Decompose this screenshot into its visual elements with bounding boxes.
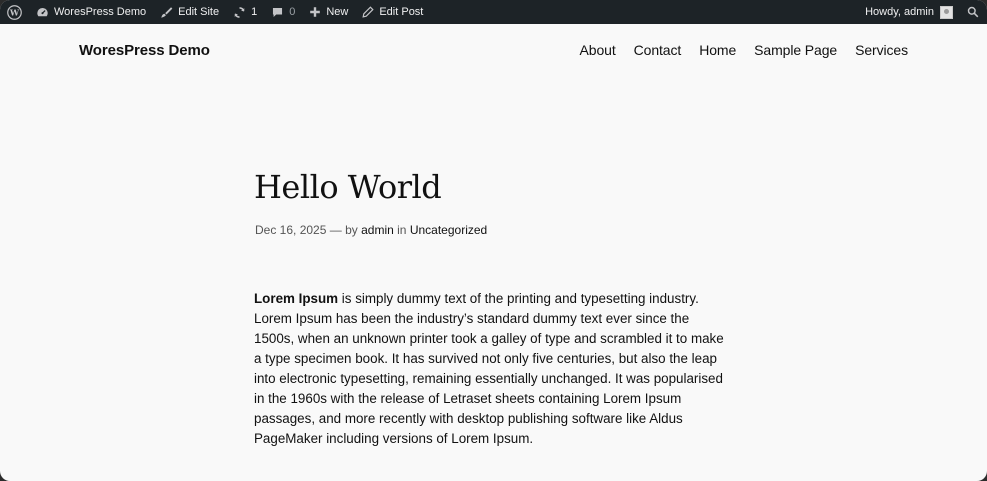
post-author-link[interactable]: admin	[361, 223, 394, 237]
edit-post-label: Edit Post	[379, 6, 424, 18]
edit-site-button[interactable]: Edit Site	[153, 0, 226, 24]
updates-count: 1	[251, 6, 258, 18]
site-header: WoresPress Demo About Contact Home Sampl…	[0, 24, 987, 78]
new-content-button[interactable]: New	[302, 0, 355, 24]
search-button[interactable]	[960, 0, 987, 24]
post-content-bold: Lorem Ipsum	[254, 291, 339, 306]
brush-icon	[161, 6, 173, 18]
my-account-menu[interactable]: Howdy, admin	[858, 0, 960, 24]
nav-item-contact[interactable]: Contact	[634, 42, 682, 58]
edit-site-label: Edit Site	[178, 6, 220, 18]
updates-icon	[234, 6, 245, 18]
meta-by: by	[345, 223, 358, 237]
browser-page: W WoresPress Demo Edit Site 1 0 New Edit…	[0, 0, 987, 481]
svg-text:W: W	[9, 7, 20, 17]
post-date: Dec 16, 2025	[255, 223, 327, 237]
nav-item-services[interactable]: Services	[855, 42, 908, 58]
pencil-icon	[362, 6, 374, 18]
site-title[interactable]: WoresPress Demo	[79, 42, 210, 59]
main-navigation: About Contact Home Sample Page Services	[580, 42, 909, 58]
post-title: Hello World	[254, 168, 442, 206]
admin-bar: W WoresPress Demo Edit Site 1 0 New Edit…	[0, 0, 987, 24]
nav-item-about[interactable]: About	[580, 42, 616, 58]
plus-icon	[310, 7, 321, 17]
admin-bar-site-name[interactable]: WoresPress Demo	[29, 0, 153, 24]
nav-item-sample-page[interactable]: Sample Page	[754, 42, 837, 58]
meta-in: in	[397, 223, 407, 237]
dashboard-icon	[37, 7, 48, 16]
search-icon	[967, 6, 979, 18]
comments-count: 0	[289, 6, 296, 18]
wordpress-logo-icon[interactable]: W	[0, 0, 29, 24]
post-content-text: is simply dummy text of the printing and…	[254, 291, 724, 446]
comments-button[interactable]: 0	[264, 0, 302, 24]
nav-item-home[interactable]: Home	[699, 42, 736, 58]
comment-icon	[273, 7, 283, 17]
edit-post-button[interactable]: Edit Post	[355, 0, 430, 24]
updates-button[interactable]: 1	[226, 0, 264, 24]
post-category-link[interactable]: Uncategorized	[410, 223, 487, 237]
post-content: Lorem Ipsum is simply dummy text of the …	[254, 289, 732, 449]
post-meta: Dec 16, 2025 — by admin in Uncategorized	[255, 223, 487, 237]
new-label: New	[326, 6, 349, 18]
meta-dash: —	[329, 223, 342, 237]
avatar	[940, 5, 953, 19]
greeting-label: Howdy, admin	[865, 6, 934, 18]
site-name-label: WoresPress Demo	[54, 6, 147, 18]
